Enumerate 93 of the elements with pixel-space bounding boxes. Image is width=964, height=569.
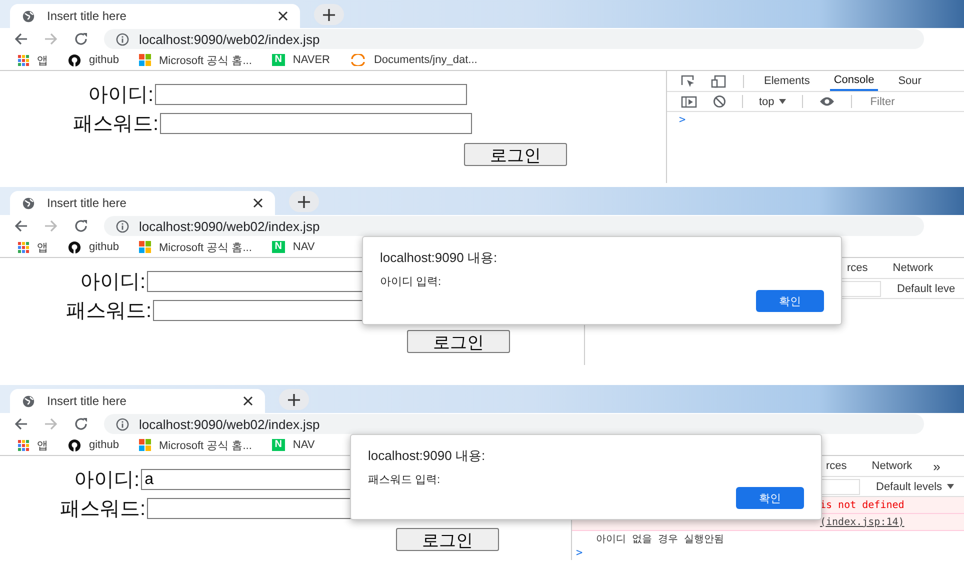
reload-icon[interactable] [74,417,88,431]
browser-tab[interactable]: Insert title here [10,4,300,28]
caret-icon[interactable] [779,99,786,104]
bookmark-link[interactable]: 앱 [37,438,48,452]
devtools-tab[interactable]: Elements [760,71,814,91]
log-levels-dropdown[interactable]: Default levels [876,480,942,492]
bookmark-link[interactable]: NAVER [292,54,330,66]
login-button[interactable]: 로그인 [464,143,567,166]
naver-logo-icon: N [272,241,285,253]
plus-icon [288,394,300,406]
bookmark-link[interactable]: github [89,54,119,66]
close-icon[interactable] [243,396,253,406]
close-icon[interactable] [278,11,288,21]
device-icon[interactable] [711,74,727,88]
password-label: 패스워드: [73,112,159,137]
console-prompt: > [576,546,583,560]
id-label: 아이디: [80,270,146,295]
plus-icon [298,196,310,208]
bookmark-link[interactable]: NAV [292,241,315,253]
id-field[interactable] [154,84,467,105]
new-tab-button[interactable] [279,389,309,410]
back-icon[interactable] [14,32,28,46]
bookmark-link[interactable]: github [89,439,119,451]
inspect-icon[interactable] [681,74,695,88]
dialog-title: localhost:9090 내용: [380,249,498,267]
password-label: 패스워드: [66,299,152,324]
apps-grid-icon [18,242,29,252]
apps-grid-icon [18,440,29,450]
bookmark-link[interactable]: 앱 [37,52,48,68]
bookmark-link[interactable]: 앱 [37,240,48,254]
naver-logo-icon: N [272,439,285,451]
log-levels-dropdown[interactable]: Default leve [897,282,956,294]
password-label: 패스워드: [60,497,146,522]
caret-icon[interactable] [947,484,954,489]
dialog-message: 패스워드 입력: [368,473,442,487]
error-message: is not defined [820,500,904,511]
cat-silhouette-icon [68,438,81,452]
browser-tab[interactable]: Insert title here [10,389,265,413]
bookmark-link[interactable]: github [89,241,119,253]
new-tab-button[interactable] [289,191,319,212]
globe-icon [22,394,35,408]
four-squares-icon [138,54,151,66]
back-icon[interactable] [14,219,28,233]
login-button[interactable]: 로그인 [407,330,510,353]
cat-silhouette-icon [68,54,81,66]
devtools-tab[interactable]: Sour [894,71,926,91]
devtools-tab[interactable]: Network [888,258,938,278]
address-bar[interactable]: localhost:9090/web02/index.jsp [104,216,924,236]
new-tab-button[interactable] [314,4,344,25]
source-link[interactable]: (index.jsp:14) [820,516,904,528]
naver-logo-icon: N [272,54,285,66]
eye-icon[interactable] [819,96,836,107]
log-message: 아이디 없을 경우 실행안됨 [596,532,724,546]
block-icon[interactable] [713,95,726,108]
browser-tab[interactable]: Insert title here [10,191,275,215]
ok-button[interactable]: 확인 [736,487,804,509]
bookmark-link[interactable]: Documents/jny_dat... [374,54,478,66]
more-tabs-button[interactable]: » [933,458,940,474]
info-icon[interactable] [116,220,129,232]
console-prompt: > [679,113,686,126]
password-field[interactable] [160,113,472,134]
arc-logo-icon [350,54,366,66]
reload-icon[interactable] [74,32,88,46]
close-icon[interactable] [253,198,263,208]
globe-icon [22,196,35,210]
apps-grid-icon [18,54,29,66]
info-icon[interactable] [116,32,129,46]
login-button[interactable]: 로그인 [396,528,499,551]
plus-icon [323,8,335,20]
sidebar-icon[interactable] [681,96,697,108]
info-icon[interactable] [116,418,129,430]
globe-icon [22,10,35,22]
bookmark-link[interactable]: Microsoft 공식 홈... [158,438,252,452]
id-label: 아이디: [74,468,140,493]
address-bar[interactable]: localhost:9090/web02/index.jsp [104,29,924,49]
bookmark-link[interactable]: Microsoft 공식 홈... [158,52,252,68]
devtools-tab[interactable]: rces [822,456,851,476]
devtools-tab[interactable]: rces [843,258,872,278]
dialog-message: 아이디 입력: [380,275,442,289]
context-selector[interactable]: top [759,96,774,108]
bookmark-link[interactable]: NAV [292,439,315,451]
cat-silhouette-icon [68,240,81,254]
devtools-tab[interactable]: Network [868,456,916,476]
address-bar[interactable]: localhost:9090/web02/index.jsp [104,414,924,434]
four-squares-icon [138,241,151,253]
four-squares-icon [138,439,151,451]
ok-button[interactable]: 확인 [756,290,824,312]
devtools-tab[interactable]: Console [830,71,878,91]
back-icon[interactable] [14,417,28,431]
bookmark-link[interactable]: Microsoft 공식 홈... [158,240,252,254]
dialog-title: localhost:9090 내용: [368,447,486,465]
id-label: 아이디: [88,83,154,108]
reload-icon[interactable] [74,219,88,233]
